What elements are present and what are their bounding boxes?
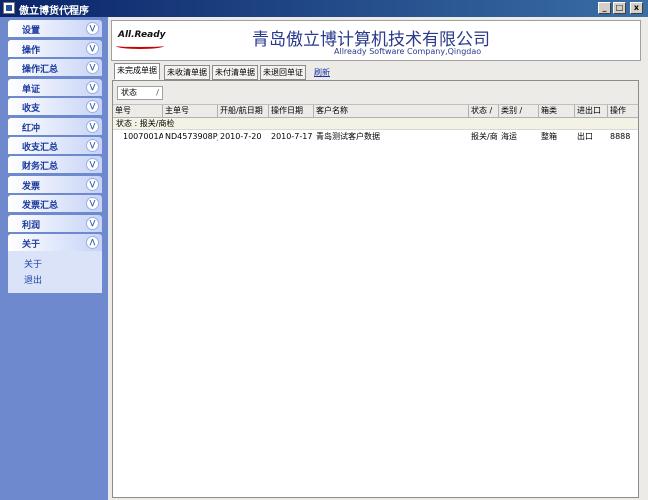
title-bar: 傲立博货代程序 _ □ x: [0, 0, 648, 17]
nav-group-finance-summary[interactable]: 财务汇总 ⋁: [8, 156, 102, 173]
company-banner: All.Ready 青岛傲立博计算机技术有限公司 Allready Softwa…: [111, 20, 641, 61]
chevron-down-icon[interactable]: ⋁: [86, 61, 99, 74]
column-header[interactable]: 单号: [113, 105, 163, 118]
nav-group-settings[interactable]: 设置 ⋁: [8, 20, 102, 37]
about-panel: 关于 退出: [8, 251, 102, 293]
table-cell: 2010-7-17: [271, 132, 313, 141]
nav-group-income-expense[interactable]: 收支 ⋁: [8, 98, 102, 115]
company-name-en: Allready Software Company,Qingdao: [334, 47, 482, 56]
table-cell: 1007001A: [123, 132, 163, 141]
tab-unreturned-documents[interactable]: 未退回单证: [260, 65, 306, 80]
nav-group-label: 设置: [22, 26, 41, 36]
nav-group-label: 操作汇总: [22, 65, 59, 75]
tab-unfinished[interactable]: 未完成单据: [114, 63, 160, 80]
group-by-status-chip[interactable]: 状态 /: [117, 86, 163, 100]
company-logo: All.Ready: [118, 30, 166, 40]
nav-group-label: 单证: [22, 85, 41, 95]
chevron-down-icon[interactable]: ⋁: [86, 197, 99, 210]
column-header[interactable]: 状态 /: [469, 105, 499, 118]
data-grid: 状态 / 单号 主单号 开船/航日期 操作日期 客户名称 状态 / 类别 / 箱…: [112, 80, 639, 498]
menu-item-about[interactable]: 关于: [24, 257, 42, 270]
table-cell: 海运: [501, 132, 517, 141]
window-title: 傲立博货代程序: [19, 6, 89, 17]
nav-group-invoice-summary[interactable]: 发票汇总 ⋁: [8, 195, 102, 212]
nav-group-label: 红冲: [22, 124, 41, 134]
group-row[interactable]: 状态 : 报关/商检: [113, 118, 638, 130]
chevron-down-icon[interactable]: ⋁: [86, 217, 99, 230]
nav-group-documents[interactable]: 单证 ⋁: [8, 79, 102, 96]
tab-uncollected[interactable]: 未收清单据: [164, 65, 210, 80]
column-header[interactable]: 类别 /: [499, 105, 539, 118]
chevron-down-icon[interactable]: ⋁: [86, 120, 99, 133]
column-header[interactable]: 箱类: [539, 105, 575, 118]
nav-group-red-reversal[interactable]: 红冲 ⋁: [8, 118, 102, 135]
table-cell: 出口: [577, 132, 593, 141]
chevron-down-icon[interactable]: ⋁: [86, 158, 99, 171]
nav-group-label: 财务汇总: [22, 162, 59, 172]
nav-group-income-expense-summary[interactable]: 收支汇总 ⋁: [8, 137, 102, 154]
chevron-down-icon[interactable]: ⋁: [86, 178, 99, 191]
chevron-down-icon[interactable]: ⋁: [86, 22, 99, 35]
nav-group-about[interactable]: 关于 ⋀: [8, 234, 102, 251]
nav-group-invoice[interactable]: 发票 ⋁: [8, 176, 102, 193]
sort-icon: /: [156, 88, 159, 97]
column-header[interactable]: 主单号: [163, 105, 218, 118]
app-icon: [3, 2, 15, 14]
sidebar: 设置 ⋁ 操作 ⋁ 操作汇总 ⋁ 单证 ⋁ 收支 ⋁ 红冲 ⋁ 收支汇总 ⋁ 财…: [0, 17, 108, 500]
column-header[interactable]: 开船/航日期: [218, 105, 269, 118]
table-cell: ND4573908PJFI: [165, 132, 218, 141]
tab-unpaid[interactable]: 未付清单据: [212, 65, 258, 80]
chevron-down-icon[interactable]: ⋁: [86, 42, 99, 55]
refresh-link[interactable]: 刷新: [314, 67, 330, 78]
nav-group-label: 发票: [22, 182, 41, 192]
nav-group-label: 发票汇总: [22, 201, 59, 211]
table-cell: 整箱: [541, 132, 557, 141]
logo-swoosh: [116, 43, 164, 49]
column-header[interactable]: 操作日期: [269, 105, 314, 118]
nav-group-label: 关于: [22, 240, 41, 250]
main-content: All.Ready 青岛傲立博计算机技术有限公司 Allready Softwa…: [108, 17, 648, 500]
nav-group-label: 收支: [22, 104, 41, 114]
table-cell: 报关/商: [471, 132, 498, 141]
group-chip-label: 状态: [121, 88, 137, 97]
chevron-down-icon[interactable]: ⋁: [86, 139, 99, 152]
nav-group-label: 操作: [22, 46, 41, 56]
chevron-down-icon[interactable]: ⋁: [86, 100, 99, 113]
column-header[interactable]: 进出口: [575, 105, 608, 118]
column-header[interactable]: 操作: [608, 105, 638, 118]
chevron-down-icon[interactable]: ⋁: [86, 81, 99, 94]
nav-group-operation-summary[interactable]: 操作汇总 ⋁: [8, 59, 102, 76]
nav-group-operation[interactable]: 操作 ⋁: [8, 40, 102, 57]
nav-group-label: 收支汇总: [22, 143, 59, 153]
group-by-bar: 状态 /: [113, 81, 638, 105]
close-button[interactable]: x: [630, 2, 643, 14]
column-header[interactable]: 客户名称: [314, 105, 469, 118]
table-cell: 2010-7-20: [220, 132, 262, 141]
chevron-up-icon[interactable]: ⋀: [86, 236, 99, 249]
table-cell: 青岛测试客户数据: [316, 132, 380, 141]
nav-group-profit[interactable]: 利润 ⋁: [8, 215, 102, 232]
table-cell: 8888: [610, 132, 631, 141]
maximize-button[interactable]: □: [613, 2, 626, 14]
nav-group-label: 利润: [22, 221, 41, 231]
menu-item-exit[interactable]: 退出: [24, 273, 42, 286]
minimize-button[interactable]: _: [598, 2, 611, 14]
